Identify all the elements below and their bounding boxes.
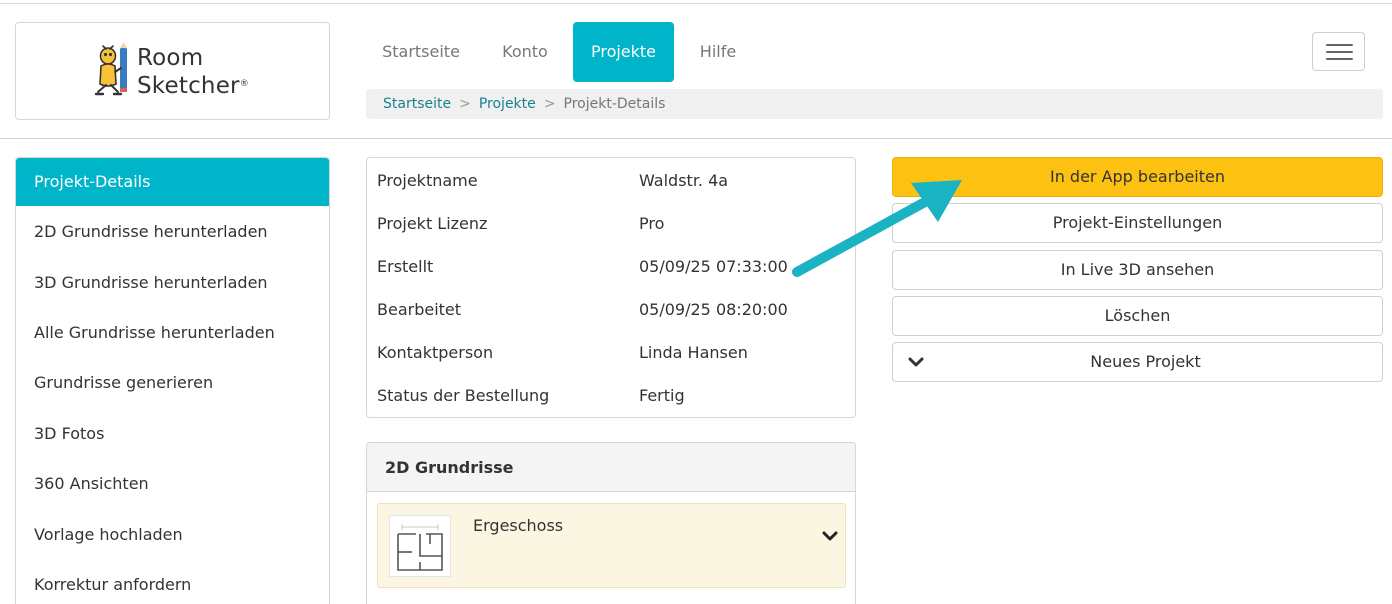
detail-label: Bearbeitet: [377, 300, 462, 319]
project-details-table: Projektname Waldstr. 4a Projekt Lizenz P…: [366, 157, 856, 418]
project-sidebar: Projekt-Details 2D Grundrisse herunterla…: [15, 157, 330, 604]
sidebar-item-2d-download[interactable]: 2D Grundrisse herunterladen: [16, 207, 329, 257]
detail-value: Fertig: [639, 386, 685, 405]
sidebar-item-360[interactable]: 360 Ansichten: [16, 459, 329, 509]
detail-label: Projekt Lizenz: [377, 214, 488, 233]
breadcrumb-current: Projekt-Details: [563, 96, 666, 112]
breadcrumb-separator: >: [459, 96, 471, 112]
floorplan-thumbnail-icon: [397, 524, 443, 571]
sidebar-item-all-download[interactable]: Alle Grundrisse herunterladen: [16, 308, 329, 358]
registered-mark: ®: [239, 79, 249, 89]
detail-label: Kontaktperson: [377, 343, 494, 362]
detail-value: Linda Hansen: [639, 343, 748, 362]
detail-value: Waldstr. 4a: [639, 171, 729, 190]
floorplans-panel: 2D Grundrisse Ergeschoss: [366, 442, 856, 604]
sidebar-item-vorlage[interactable]: Vorlage hochladen: [16, 510, 329, 560]
floorplan-name: Ergeschoss: [473, 516, 564, 535]
logo-mascot-icon: [94, 42, 127, 96]
breadcrumb-link-projekte[interactable]: Projekte: [479, 96, 536, 112]
nav-tab-startseite[interactable]: Startseite: [366, 22, 476, 82]
detail-value: Pro: [639, 214, 665, 233]
breadcrumb: Startseite > Projekte > Projekt-Details: [366, 89, 1383, 119]
detail-label: Status der Bestellung: [377, 386, 550, 405]
sidebar-item-korrektur[interactable]: Korrektur anfordern: [16, 560, 329, 604]
delete-button[interactable]: Löschen: [892, 296, 1383, 336]
top-divider: [0, 3, 1392, 4]
detail-label: Erstellt: [377, 257, 434, 276]
logo-line-2: Sketcher: [137, 73, 240, 99]
nav-tab-hilfe[interactable]: Hilfe: [682, 22, 754, 82]
chevron-down-icon[interactable]: [820, 526, 840, 546]
floorplan-thumbnail: [389, 515, 451, 577]
sidebar-item-3d-download[interactable]: 3D Grundrisse herunterladen: [16, 258, 329, 308]
sidebar-item-projekt-details[interactable]: Projekt-Details: [16, 158, 329, 206]
detail-row: Projektname Waldstr. 4a: [367, 159, 855, 202]
detail-row: Bearbeitet 05/09/25 08:20:00: [367, 288, 855, 331]
new-project-button[interactable]: Neues Projekt: [892, 342, 1383, 382]
logo-line-1: Room: [137, 45, 204, 71]
detail-value: 05/09/25 07:33:00: [639, 257, 788, 276]
breadcrumb-separator: >: [543, 96, 556, 112]
detail-row: Projekt Lizenz Pro: [367, 202, 855, 245]
floorplans-panel-title: 2D Grundrisse: [367, 443, 855, 492]
detail-value: 05/09/25 08:20:00: [639, 300, 788, 319]
sidebar-item-3d-fotos[interactable]: 3D Fotos: [16, 409, 329, 459]
logo-wordmark: Room Sketcher®: [137, 44, 249, 100]
detail-label: Projektname: [377, 171, 478, 190]
nav-tab-konto[interactable]: Konto: [483, 22, 567, 82]
detail-row: Erstellt 05/09/25 07:33:00: [367, 245, 855, 288]
sidebar-item-generate[interactable]: Grundrisse generieren: [16, 358, 329, 408]
floorplan-item[interactable]: Ergeschoss: [377, 503, 846, 588]
live-3d-button[interactable]: In Live 3D ansehen: [892, 250, 1383, 290]
nav-tab-projekte[interactable]: Projekte: [573, 22, 674, 82]
menu-toggle-button[interactable]: [1312, 32, 1365, 71]
breadcrumb-link-startseite[interactable]: Startseite: [383, 96, 451, 112]
detail-row: Kontaktperson Linda Hansen: [367, 331, 855, 374]
project-settings-button[interactable]: Projekt-Einstellungen: [892, 203, 1383, 243]
edit-in-app-button[interactable]: In der App bearbeiten: [892, 157, 1383, 197]
chevron-down-icon: [908, 357, 924, 367]
header-divider: [0, 138, 1392, 139]
detail-row: Status der Bestellung Fertig: [367, 374, 855, 417]
new-project-label: Neues Projekt: [1090, 352, 1201, 371]
